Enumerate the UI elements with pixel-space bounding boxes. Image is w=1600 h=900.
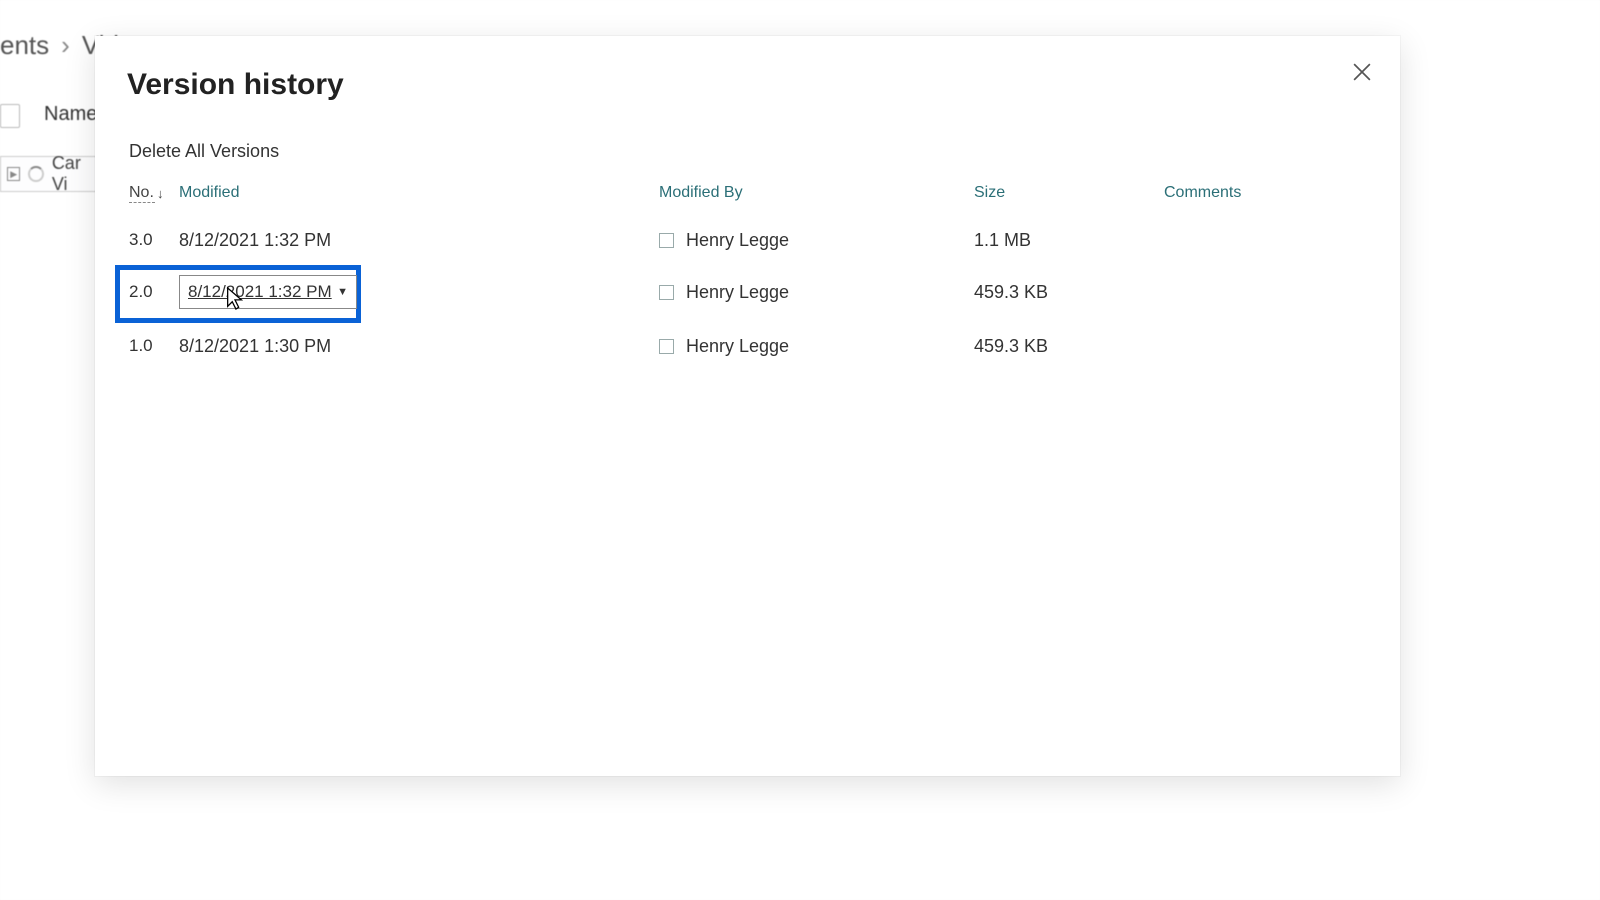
chevron-down-icon: ▼ xyxy=(337,286,348,298)
version-number: 1.0 xyxy=(129,336,179,356)
play-icon: ▶ xyxy=(7,167,20,181)
loading-icon xyxy=(28,166,43,182)
version-dropdown[interactable]: 8/12/2021 1:32 PM ▼ xyxy=(179,275,357,309)
file-size: 1.1 MB xyxy=(974,230,1164,251)
table-headers: No. ↓ Modified Modified By Size Comments xyxy=(129,184,1370,209)
close-icon xyxy=(1353,63,1371,81)
sort-descending-icon: ↓ xyxy=(157,186,164,201)
modified-by-name: Henry Legge xyxy=(686,282,789,303)
modified-date[interactable]: 8/12/2021 1:32 PM xyxy=(179,230,659,251)
modified-by-name: Henry Legge xyxy=(686,230,789,251)
user-presence-icon xyxy=(659,233,674,248)
modified-by-name: Henry Legge xyxy=(686,336,789,357)
file-name: Car Vi xyxy=(52,153,99,195)
user-presence-icon xyxy=(659,339,674,354)
file-icon xyxy=(0,104,20,128)
modified-date[interactable]: 8/12/2021 1:30 PM xyxy=(179,336,659,357)
file-row[interactable]: ▶ Car Vi xyxy=(0,156,100,192)
dialog-title: Version history xyxy=(127,68,344,102)
modified-date: 8/12/2021 1:32 PM xyxy=(188,282,332,302)
versions-table: No. ↓ Modified Modified By Size Comments… xyxy=(129,184,1370,367)
file-size: 459.3 KB xyxy=(974,336,1164,357)
table-row[interactable]: 1.0 8/12/2021 1:30 PM Henry Legge 459.3 … xyxy=(129,325,1370,367)
column-header-no-label: No. xyxy=(129,184,155,203)
user-presence-icon xyxy=(659,285,674,300)
table-row[interactable]: 2.0 8/12/2021 1:32 PM ▼ xyxy=(129,271,1370,313)
file-size: 459.3 KB xyxy=(974,282,1164,303)
version-number: 3.0 xyxy=(129,230,179,250)
column-header-name[interactable]: Name xyxy=(44,103,97,126)
column-header-modified-by[interactable]: Modified By xyxy=(659,184,974,203)
column-header-size[interactable]: Size xyxy=(974,184,1164,203)
chevron-right-icon: › xyxy=(61,30,70,61)
delete-all-versions-link[interactable]: Delete All Versions xyxy=(129,141,279,162)
table-row[interactable]: 3.0 8/12/2021 1:32 PM Henry Legge 1.1 MB xyxy=(129,219,1370,261)
column-header-modified[interactable]: Modified xyxy=(179,184,659,203)
breadcrumb-part[interactable]: ents xyxy=(0,30,49,61)
column-header-comments[interactable]: Comments xyxy=(1164,184,1370,203)
close-button[interactable] xyxy=(1344,54,1380,90)
version-history-dialog: Version history Delete All Versions No. … xyxy=(95,36,1400,776)
version-number: 2.0 xyxy=(129,282,179,302)
column-header-no[interactable]: No. ↓ xyxy=(129,184,179,203)
